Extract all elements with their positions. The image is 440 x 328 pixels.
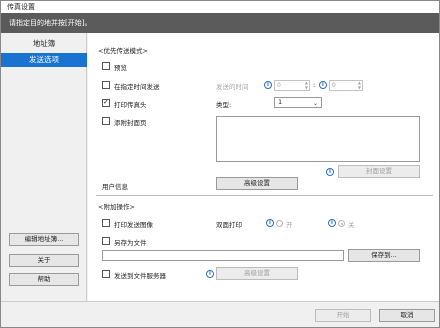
instruction-bar: 请指定目的地并按[开始]。 [1, 13, 439, 33]
print-header-checkbox[interactable]: ✓ [102, 98, 110, 107]
checkmark-icon: ✓ [103, 98, 109, 106]
sidebar: 地址簿 发送选项 编辑地址簿... 关于 帮助 [1, 33, 87, 301]
info-icon: i [266, 219, 274, 227]
save-as-file-label: 另存为文件 [114, 239, 147, 247]
info-icon: i [326, 168, 334, 176]
cancel-button[interactable]: 取消 [379, 309, 435, 322]
type-label: 类型: [216, 101, 232, 109]
title-bar: 传真设置 [1, 1, 439, 13]
header-type-select[interactable]: 1 ⌄ [274, 97, 322, 108]
send-time-label: 发送的时间 [216, 83, 249, 91]
instruction-text: 请指定目的地并按[开始]。 [9, 19, 92, 27]
duplex-on-label: 开 [286, 221, 293, 229]
cover-settings-button[interactable]: 封面设置 [338, 165, 420, 178]
send-to-file-server-checkbox[interactable] [102, 270, 110, 278]
advanced-settings-button[interactable]: 高级设置 [216, 177, 298, 190]
chevron-down-icon: ⌄ [312, 100, 318, 107]
duplex-off-label: 关 [348, 221, 355, 229]
cover-page-label: 添附封面页 [114, 119, 147, 127]
about-button[interactable]: 关于 [9, 254, 79, 267]
help-button[interactable]: 帮助 [9, 273, 79, 286]
duplex-off-radio[interactable] [338, 220, 345, 227]
info-icon: i [206, 270, 214, 278]
hour-stepper[interactable]: 0 ▲ ▼ [274, 80, 310, 91]
print-sent-image-checkbox[interactable] [102, 219, 110, 227]
fax-settings-window: 传真设置 请指定目的地并按[开始]。 地址簿 发送选项 编辑地址簿... 关于 … [0, 0, 440, 328]
duplex-print-label: 双面打印 [216, 221, 242, 229]
duplex-on-radio[interactable] [276, 220, 283, 227]
file-path-field[interactable] [102, 250, 344, 261]
save-as-file-checkbox[interactable] [102, 237, 110, 245]
sidebar-item-address-book[interactable]: 地址簿 [1, 38, 87, 49]
cover-page-checkbox[interactable] [102, 117, 110, 125]
print-header-label: 打印传真头 [114, 101, 147, 109]
sidebar-item-send-options[interactable]: 发送选项 [1, 53, 87, 67]
time-separator: : [313, 81, 316, 89]
minute-stepper[interactable]: 0 ▲ ▼ [329, 80, 363, 91]
priority-section-title: <优先传送模式> [98, 47, 148, 55]
start-button[interactable]: 开始 [315, 309, 371, 322]
window-title: 传真设置 [7, 3, 35, 11]
section-divider [96, 195, 433, 196]
cover-page-text-area[interactable] [216, 116, 420, 162]
additional-section-title: <附加操作> [98, 203, 135, 211]
dialog-footer: 开始 取消 [1, 301, 439, 327]
preview-checkbox[interactable] [102, 62, 110, 70]
send-to-file-server-label: 发送到文件服务器 [114, 272, 166, 280]
save-to-button[interactable]: 保存到... [348, 249, 420, 262]
send-options-panel: <优先传送模式> 预览 在指定时间发送 发送的时间 i 0 ▲ ▼ : i 0 ▲… [88, 33, 439, 301]
info-icon: i [264, 81, 272, 89]
scheduled-send-checkbox[interactable] [102, 81, 110, 89]
scheduled-send-label: 在指定时间发送 [114, 83, 160, 91]
preview-label: 预览 [114, 64, 127, 72]
edit-address-book-button[interactable]: 编辑地址簿... [9, 233, 79, 246]
user-info-label: 用户信息 [102, 183, 128, 191]
server-advanced-settings-button[interactable]: 高级设置 [216, 267, 298, 280]
print-sent-image-label: 打印发送图像 [114, 221, 153, 229]
info-icon: i [328, 219, 336, 227]
info-icon: i [319, 81, 327, 89]
